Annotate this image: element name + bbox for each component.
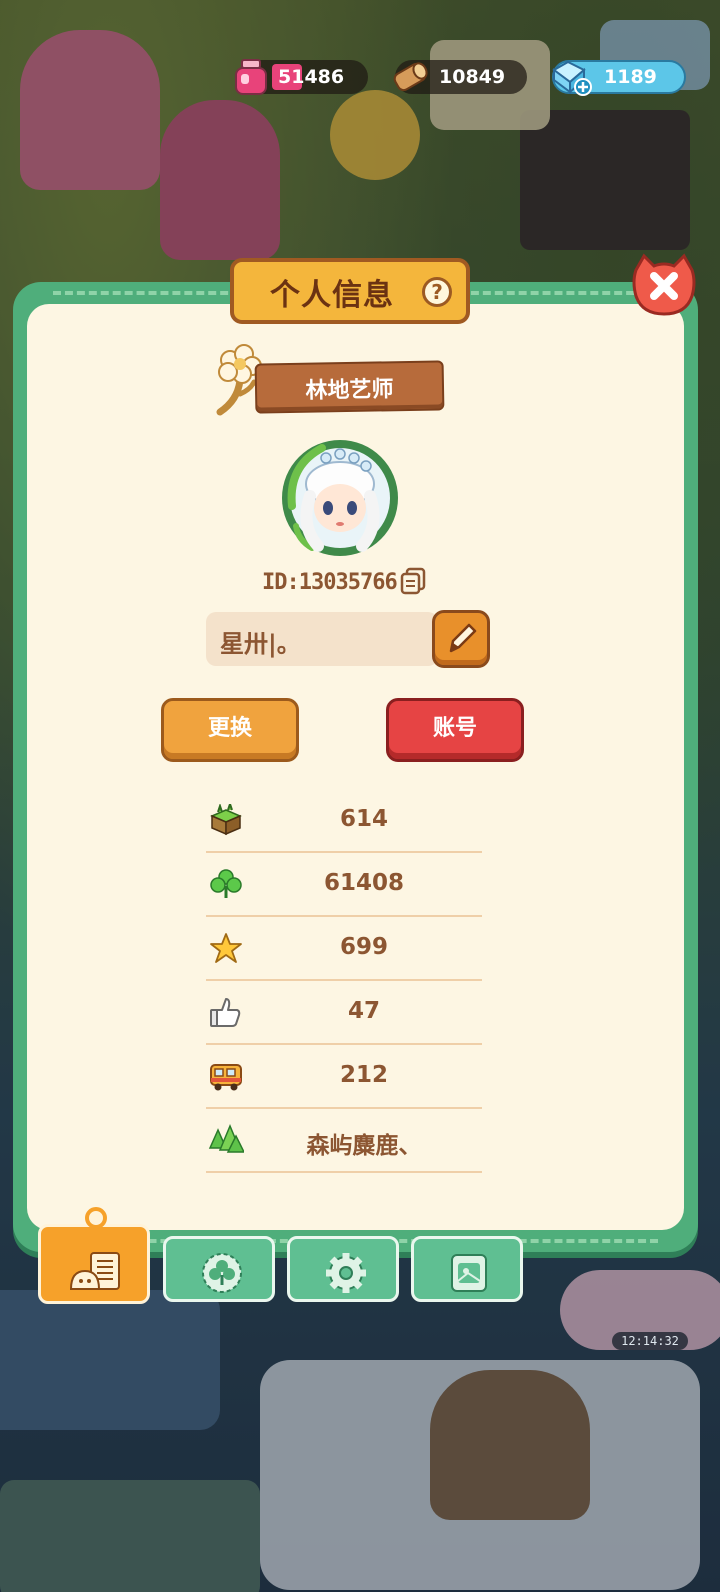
clover-icon [210, 869, 242, 898]
stats-list: 614 61408 699 47 212 森屿麋鹿、 [206, 790, 482, 1174]
player-id: ID:13035766 [262, 570, 398, 595]
forest-icon [208, 1124, 244, 1153]
profile-card-icon [69, 1252, 120, 1290]
wood-log-icon [393, 62, 428, 92]
add-gems-icon[interactable] [574, 78, 592, 96]
ink-value: 51486 [278, 66, 345, 88]
tag-hole-icon [85, 1207, 107, 1229]
ink-bottle-icon [235, 59, 267, 95]
wood-resource[interactable]: 10849 [393, 60, 527, 94]
tab-badges[interactable] [163, 1236, 275, 1302]
bus-icon [210, 1064, 242, 1091]
help-icon[interactable]: ? [422, 277, 452, 307]
stat-row-bus: 212 [206, 1046, 482, 1109]
edit-name-button[interactable] [432, 610, 490, 668]
tab-album[interactable] [411, 1236, 523, 1302]
nickname-field[interactable]: 星卅|。 [206, 612, 438, 666]
swap-avatar-button[interactable]: 更换 [161, 698, 299, 762]
tab-profile[interactable] [38, 1207, 150, 1304]
title-badge: 林地艺师 [254, 360, 445, 414]
ink-resource[interactable]: 51486 [235, 59, 368, 95]
avatar[interactable] [278, 436, 402, 560]
stat-row-island: 森屿麋鹿、 [206, 1110, 482, 1173]
thumbs-up-icon [210, 998, 241, 1027]
account-button[interactable]: 账号 [386, 698, 524, 762]
pencil-icon [449, 623, 477, 653]
stat-row-grass: 614 [206, 790, 482, 853]
stat-value: 森屿麋鹿、 [306, 1133, 422, 1159]
stat-value: 47 [347, 998, 380, 1024]
tab-settings[interactable] [287, 1236, 399, 1302]
panel-title: 个人信息 [270, 278, 394, 313]
star-icon [210, 933, 242, 963]
album-icon [451, 1254, 487, 1292]
stat-value: 699 [339, 934, 388, 960]
gem-resource[interactable]: 1189 [552, 60, 686, 96]
wood-value: 10849 [439, 66, 506, 88]
copy-icon[interactable] [398, 566, 428, 596]
stat-value: 212 [339, 1062, 388, 1088]
stat-row-likes: 47 [206, 982, 482, 1045]
clock-display: 12:14:32 [612, 1332, 688, 1350]
stat-value: 614 [339, 806, 388, 832]
clover-badge-icon [202, 1253, 242, 1293]
stat-value: 61408 [323, 870, 405, 896]
gear-icon [326, 1253, 366, 1293]
title-badge-text: 林地艺师 [305, 377, 394, 404]
stat-row-clover: 61408 [206, 854, 482, 917]
gem-value: 1189 [604, 66, 657, 88]
panel-title-plate: 个人信息 ? [230, 258, 470, 324]
nickname-value: 星卅|。 [220, 630, 301, 658]
close-button[interactable] [630, 252, 698, 320]
stat-row-star: 699 [206, 918, 482, 981]
grass-block-icon [210, 804, 242, 836]
